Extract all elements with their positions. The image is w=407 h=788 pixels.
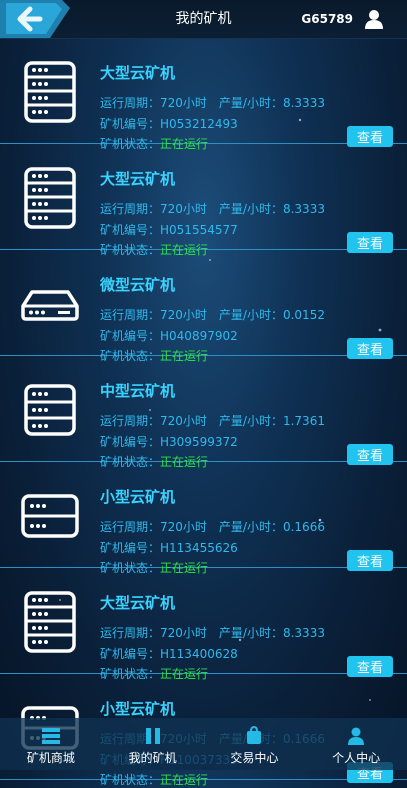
server-rack-icon (18, 60, 82, 124)
miner-card: 微型云矿机运行周期：720小时 产量/小时：0.0152 矿机编号：H0408979… (0, 250, 407, 363)
cycle-label: 运行周期： (100, 626, 161, 640)
cycle-label: 运行周期： (100, 202, 161, 216)
tab-profile[interactable]: 个人中心 (305, 718, 407, 770)
cycle-label: 运行周期： (100, 414, 161, 428)
miner-cycle-row: 运行周期：720小时 产量/小时：8.3333 (100, 200, 325, 217)
miner-status-row: 矿机状态：正在运行 (100, 771, 208, 788)
status-label: 矿机状态： (100, 773, 161, 787)
id-label: 矿机编号： (100, 435, 161, 449)
id-label: 矿机编号： (100, 647, 161, 661)
miner-id: H053212493 (160, 117, 238, 131)
output-value: 8.3333 (282, 202, 325, 216)
server-small-icon (18, 484, 82, 548)
cycle-value: 720小时 (160, 626, 207, 640)
output-label: 产量/小时： (218, 520, 283, 534)
miner-id-row: 矿机编号：H113455626 (100, 539, 238, 556)
cycle-label: 运行周期： (100, 308, 161, 322)
output-label: 产量/小时： (218, 414, 283, 428)
my-miner-icon (145, 728, 160, 744)
miner-id-row: 矿机编号：H113400628 (100, 645, 238, 662)
miner-id-row: 矿机编号：H051554577 (100, 221, 238, 238)
cycle-label: 运行周期： (100, 96, 161, 110)
tab-trade-label: 交易中心 (230, 751, 279, 765)
miner-id: H051554577 (160, 223, 238, 237)
cycle-value: 720小时 (160, 96, 207, 110)
miner-id: H040897902 (160, 329, 238, 343)
cycle-value: 720小时 (160, 308, 207, 322)
miner-card: 大型云矿机运行周期：720小时 产量/小时：8.3333 矿机编号：H0515545… (0, 144, 407, 257)
output-value: 8.3333 (282, 96, 325, 110)
output-label: 产量/小时： (218, 308, 283, 322)
status-value: 正在运行 (160, 773, 209, 787)
tab-my-miners-label: 我的矿机 (128, 751, 177, 765)
miner-id: H309599372 (160, 435, 238, 449)
id-label: 矿机编号： (100, 329, 161, 343)
output-value: 8.3333 (282, 626, 325, 640)
miner-cycle-row: 运行周期：720小时 产量/小时：8.3333 (100, 624, 325, 641)
miner-cycle-row: 运行周期：720小时 产量/小时：8.3333 (100, 94, 325, 111)
miner-card: 大型云矿机运行周期：720小时 产量/小时：8.3333 矿机编号：H1134006… (0, 568, 407, 681)
person-icon (348, 727, 365, 745)
server-rack-icon (18, 166, 82, 230)
miner-name: 中型云矿机 (100, 382, 176, 400)
output-label: 产量/小时： (218, 96, 283, 110)
miner-cycle-row: 运行周期：720小时产量/小时：0.1666 (100, 518, 325, 535)
id-label: 矿机编号： (100, 117, 161, 131)
tab-store-label: 矿机商城 (26, 751, 75, 765)
cycle-value: 720小时 (160, 414, 207, 428)
tab-profile-label: 个人中心 (332, 751, 381, 765)
tab-my-miners[interactable]: 我的矿机 (102, 718, 204, 770)
miner-cycle-row: 运行周期：720小时 产量/小时：0.0152 (100, 306, 325, 323)
cycle-value: 720小时 (160, 520, 207, 534)
miner-name: 大型云矿机 (100, 170, 176, 188)
server-rack-icon (18, 590, 82, 654)
miner-list: 大型云矿机 运行周期：720小时 产量/小时：8.3333 矿机编号：H0532124… (0, 38, 407, 787)
miner-id: H113455626 (160, 541, 238, 555)
miner-cycle-row: 运行周期：720小时 产量/小时：1.7361 (100, 412, 325, 429)
miner-name: 大型云矿机 (100, 64, 176, 82)
server-medium-icon (18, 378, 82, 442)
output-label: 产量/小时： (218, 626, 283, 640)
user-id: G65789 (301, 12, 353, 26)
miner-card: 中型云矿机运行周期：720小时 产量/小时：1.7361 矿机编号：H3095993… (0, 356, 407, 469)
trade-bag-icon (247, 726, 262, 744)
user-icon[interactable] (363, 8, 385, 30)
miner-name: 微型云矿机 (100, 276, 176, 294)
mini-device-icon (18, 272, 82, 336)
store-icon (41, 728, 60, 744)
output-value: 1.7361 (282, 414, 325, 428)
miner-card: 大型云矿机运行周期：720小时 产量/小时：8.3333 矿机编号：H0532124… (0, 38, 407, 151)
output-value: 0.1666 (282, 520, 325, 534)
output-value: 0.0152 (282, 308, 325, 322)
miner-id-row: 矿机编号：H309599372 (100, 433, 238, 450)
id-label: 矿机编号： (100, 223, 161, 237)
miner-name: 小型云矿机 (100, 700, 176, 718)
tab-trade[interactable]: 交易中心 (204, 718, 306, 770)
cycle-label: 运行周期： (100, 520, 161, 534)
output-label: 产量/小时： (218, 202, 283, 216)
miner-name: 小型云矿机 (100, 488, 176, 506)
miner-id-row: 矿机编号：H053212493 (100, 115, 238, 132)
cycle-value: 720小时 (160, 202, 207, 216)
bottom-tab-bar: 矿机商城 我的矿机 交易中心 个人中心 (0, 718, 407, 770)
app-header: 我的矿机 G65789 (0, 0, 407, 39)
id-label: 矿机编号： (100, 541, 161, 555)
tab-store[interactable]: 矿机商城 (0, 718, 102, 770)
miner-card: 小型云矿机运行周期：720小时 产量/小时：0.1666 矿机编号：H1134556… (0, 462, 407, 575)
miner-id-row: 矿机编号：H040897902 (100, 327, 238, 344)
miner-id: H113400628 (160, 647, 238, 661)
miner-name: 大型云矿机 (100, 594, 176, 612)
